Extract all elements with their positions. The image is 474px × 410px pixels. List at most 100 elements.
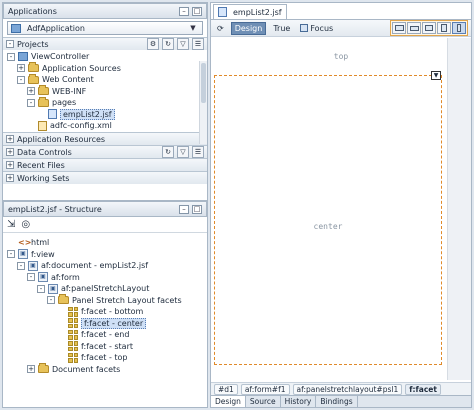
collapse-icon[interactable]: - xyxy=(7,250,15,259)
tablet-landscape-icon[interactable] xyxy=(422,22,436,34)
tab-history[interactable]: History xyxy=(281,396,317,407)
minimize-icon[interactable]: – xyxy=(179,204,189,214)
breadcrumb-item[interactable]: af:panelstretchlayout#psl1 xyxy=(292,383,403,395)
tree-item[interactable]: f:facet - center xyxy=(3,317,207,330)
tree-item[interactable]: - Web Content xyxy=(3,73,207,86)
collapse-icon[interactable]: - xyxy=(6,40,14,48)
expand-icon[interactable]: + xyxy=(6,174,14,182)
tree-item-label: af:form xyxy=(51,272,80,282)
tree-item-label: af:document - empList2.jsf xyxy=(41,261,149,271)
breadcrumb-item[interactable]: af:form#f1 xyxy=(240,383,290,395)
expand-icon[interactable]: + xyxy=(6,161,14,169)
folder-icon xyxy=(28,73,39,84)
maximize-icon[interactable]: □ xyxy=(192,204,202,214)
chevron-down-icon[interactable]: ▼ xyxy=(187,24,199,32)
tree-item[interactable]: empList2.jsf xyxy=(3,108,207,121)
focus-button[interactable]: Focus xyxy=(297,22,336,35)
component-icon: ▣ xyxy=(38,272,48,283)
tree-item[interactable]: f:facet - start xyxy=(3,341,207,353)
view-menu-icon[interactable]: ☰ xyxy=(192,146,204,158)
projects-label: Projects xyxy=(17,39,49,49)
collapse-icon[interactable]: - xyxy=(27,273,35,282)
expand-icon[interactable]: + xyxy=(6,148,14,156)
minimize-icon[interactable]: – xyxy=(179,6,189,16)
component-icon: ▣ xyxy=(28,260,38,271)
tab-source[interactable]: Source xyxy=(246,396,281,407)
laptop-icon[interactable] xyxy=(407,22,421,34)
expand-icon[interactable]: + xyxy=(27,87,35,96)
center-facet[interactable]: ▼ center xyxy=(214,71,442,365)
editor-tab-label: empList2.jsf xyxy=(233,7,282,17)
canvas-scrollbar[interactable] xyxy=(447,38,471,380)
tree-item[interactable]: - Panel Stretch Layout facets xyxy=(3,294,207,307)
tree-item[interactable]: faces-config.xml xyxy=(3,132,207,133)
project-tree-scrollbar[interactable] xyxy=(199,61,207,144)
tab-bindings[interactable]: Bindings xyxy=(316,396,358,407)
design-mode-button[interactable]: Design xyxy=(230,21,267,35)
projects-section-header[interactable]: - Projects ⚙ ↻ ▽ ☰ xyxy=(3,37,207,50)
tree-item-label: f:facet - end xyxy=(81,330,130,340)
tree-item[interactable]: - pages xyxy=(3,96,207,109)
breadcrumb-item[interactable]: #d1 xyxy=(214,383,238,395)
expand-icon[interactable]: + xyxy=(27,365,35,374)
focus-icon xyxy=(300,24,309,32)
collapse-icon[interactable]: - xyxy=(17,261,25,270)
tree-item[interactable]: - ▣ af:document - empList2.jsf xyxy=(3,260,207,272)
maximize-icon[interactable]: □ xyxy=(192,6,202,16)
editor-panel: empList2.jsf ⟳ Design True Focus top ▼ c… xyxy=(210,2,472,408)
collapse-icon[interactable]: - xyxy=(17,75,25,84)
facet-icon xyxy=(68,341,78,352)
tree-item-label: pages xyxy=(52,98,77,108)
focus-label: Focus xyxy=(310,23,334,33)
tree-item[interactable]: f:facet - end xyxy=(3,329,207,341)
refresh-icon[interactable]: ↻ xyxy=(162,38,174,50)
refresh-icon[interactable]: ↻ xyxy=(162,146,174,158)
tab-design[interactable]: Design xyxy=(211,396,246,407)
editor-tab[interactable]: empList2.jsf xyxy=(213,4,287,19)
accordion-section-header[interactable]: + Working Sets xyxy=(3,171,207,184)
scroll-thumb[interactable] xyxy=(201,63,206,103)
project-icon xyxy=(18,52,28,62)
filter-icon[interactable]: ▽ xyxy=(177,146,189,158)
section-label: Data Controls xyxy=(17,147,72,157)
breadcrumb: #d1 af:form#f1 af:panelstretchlayout#psl1 f… xyxy=(211,382,471,395)
breadcrumb-item[interactable]: f:facet xyxy=(405,383,441,395)
tree-item[interactable]: f:facet - top xyxy=(3,352,207,364)
refresh-icon[interactable]: ⟳ xyxy=(214,22,227,35)
tree-item[interactable]: + Application Sources xyxy=(3,62,207,75)
expand-icon[interactable]: + xyxy=(6,135,14,143)
application-selector[interactable]: AdfApplication ▼ xyxy=(7,21,203,35)
accordion-section-header[interactable]: + Data Controls ↻ ▽ ☰ xyxy=(3,145,207,158)
tree-item[interactable]: - ▣ af:form xyxy=(3,272,207,284)
project-properties-icon[interactable]: ⚙ xyxy=(147,38,159,50)
collapse-icon[interactable]: - xyxy=(7,52,15,61)
accordion-section-header[interactable]: + Recent Files xyxy=(3,158,207,171)
view-menu-icon[interactable]: ☰ xyxy=(192,38,204,50)
true-mode-button[interactable]: True xyxy=(270,22,293,35)
tree-item[interactable]: <> html xyxy=(3,237,207,249)
structure-panel: empList2.jsf - Structure – □ ⇲ ◎ <> html -… xyxy=(2,200,208,408)
facet-dropdown-icon[interactable]: ▼ xyxy=(431,71,441,80)
tree-item[interactable]: - ViewController xyxy=(3,51,207,63)
collapse-icon[interactable]: - xyxy=(47,296,55,305)
collapse-icon[interactable]: - xyxy=(37,284,45,293)
tree-item[interactable]: - ▣ af:panelStretchLayout xyxy=(3,283,207,295)
phone-icon[interactable] xyxy=(452,22,466,34)
expand-icon[interactable]: + xyxy=(17,64,25,73)
design-canvas[interactable]: top ▼ center xyxy=(211,38,471,380)
section-label: Recent Files xyxy=(17,160,65,170)
accordion-section-header[interactable]: + Application Resources xyxy=(3,132,207,145)
tree-item[interactable]: + WEB-INF xyxy=(3,85,207,98)
desktop-icon[interactable] xyxy=(392,22,406,34)
tree-item[interactable]: + Document facets xyxy=(3,363,207,376)
freeze-view-icon[interactable]: ⇲ xyxy=(7,219,15,230)
editor-toolbar: ⟳ Design True Focus xyxy=(211,19,471,37)
tree-item[interactable]: - ▣ f:view xyxy=(3,249,207,261)
tree-item[interactable]: f:facet - bottom xyxy=(3,306,207,318)
tree-item[interactable]: adfc-config.xml xyxy=(3,120,207,132)
filter-icon[interactable]: ▽ xyxy=(177,38,189,50)
tablet-portrait-icon[interactable] xyxy=(437,22,451,34)
collapse-icon[interactable]: - xyxy=(27,98,35,107)
find-icon[interactable]: ◎ xyxy=(21,219,30,230)
section-label: Application Resources xyxy=(17,134,106,144)
